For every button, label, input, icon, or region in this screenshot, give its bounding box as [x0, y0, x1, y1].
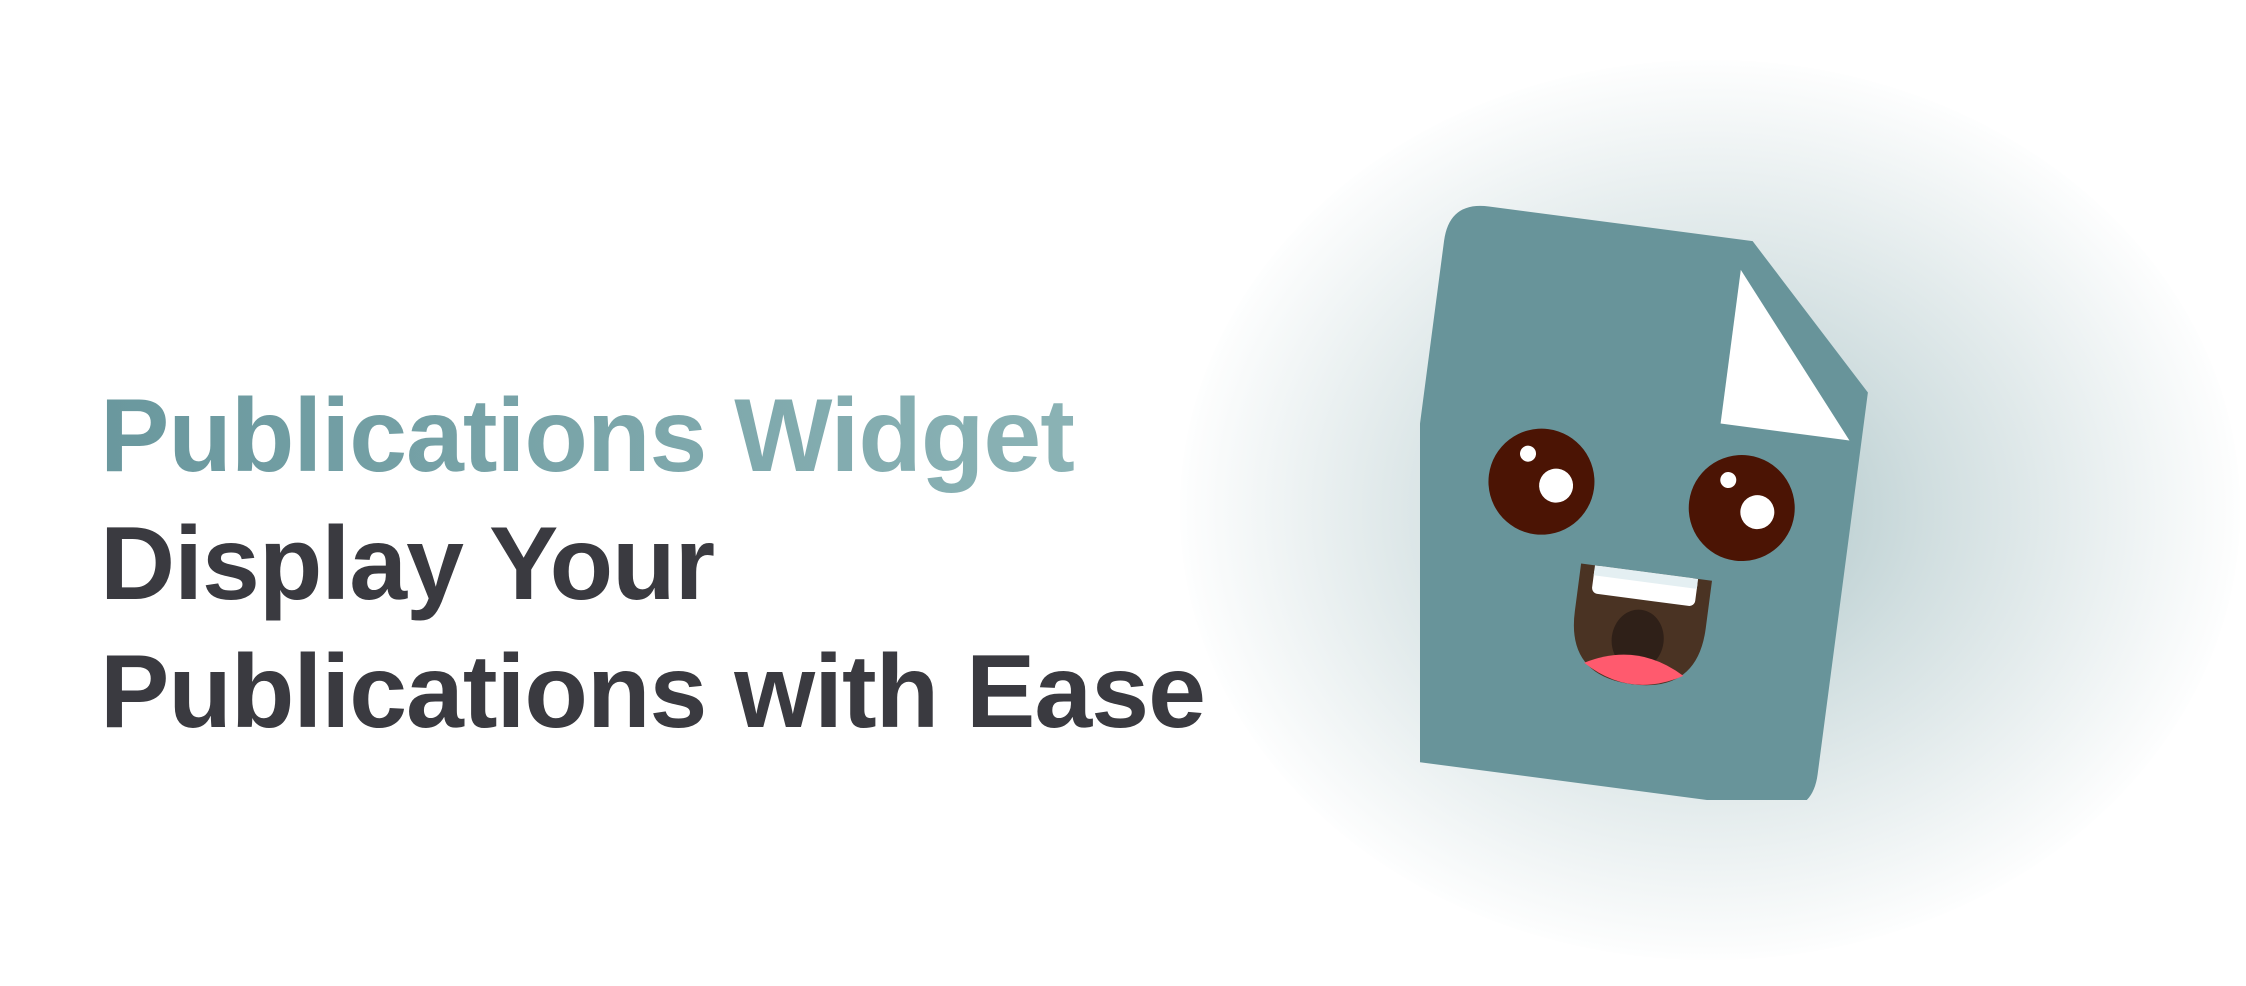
hero-subtitle-line-2: Publications with Ease	[100, 634, 1206, 750]
hero-headline: Publications Widget Display Your Publica…	[100, 372, 1206, 756]
hero-subtitle-line-1: Display Your	[100, 506, 715, 622]
document-mascot-icon	[1420, 205, 1868, 800]
hero-title: Publications Widget	[100, 372, 1205, 500]
document-body	[1420, 205, 1868, 800]
